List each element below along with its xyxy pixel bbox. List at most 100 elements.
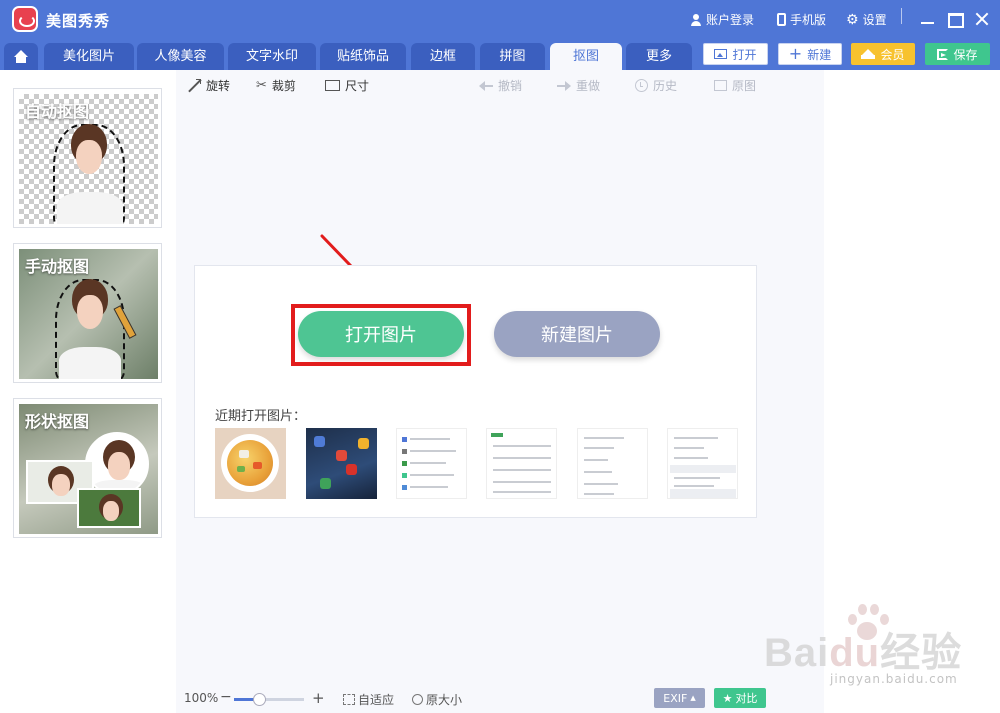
undo-arrow-icon (479, 80, 493, 91)
zoom-in-icon[interactable]: + (312, 689, 325, 707)
cutout-mode-panel: 自动抠图 手动抠图 形状抠图 (0, 70, 176, 713)
tab-more[interactable]: 更多 (626, 43, 692, 70)
close-icon[interactable] (971, 8, 993, 30)
history-tool[interactable]: 历史 (635, 77, 677, 94)
title-bar: 美图秀秀 账户登录 手机版 ⚙ 设置 (0, 0, 1000, 40)
fit-window-button[interactable]: 自适应 (343, 691, 394, 708)
user-icon (690, 13, 702, 26)
tab-portrait[interactable]: 人像美容 (137, 43, 224, 70)
image-icon (714, 49, 728, 59)
highlight-annotation-box (291, 304, 471, 366)
watermark-brand: Baidu经验 (764, 631, 963, 675)
redo-arrow-icon (557, 80, 571, 91)
recent-thumbnail[interactable] (306, 428, 377, 499)
tab-border[interactable]: 边框 (411, 43, 475, 70)
zoom-percentage: 100% (184, 691, 219, 705)
open-image-dialog: 打开图片 新建图片 近期打开图片： (194, 265, 757, 518)
size-label: 尺寸 (345, 79, 370, 93)
original-image-icon (714, 80, 727, 91)
redo-label: 重做 (576, 79, 601, 93)
plus-icon: + (788, 44, 803, 63)
compare-star-icon: ★ (722, 691, 733, 705)
history-label: 历史 (653, 79, 678, 93)
baidu-jingyan-watermark: Baidu经验 jingyan.baidu.com (752, 600, 992, 700)
open-button[interactable]: 打开 (703, 43, 768, 65)
exif-label: EXIF (663, 691, 688, 705)
rotate-tool[interactable]: 旋转 (188, 77, 230, 94)
magnifier-icon (412, 694, 423, 705)
crop-label: 裁剪 (271, 79, 296, 93)
status-bar: 100% − + 自适应 原大小 EXIF ▲ ★ 对比 (176, 686, 824, 713)
recent-thumbnail[interactable] (486, 428, 557, 499)
tab-text-watermark[interactable]: 文字水印 (228, 43, 316, 70)
auto-cutout-label: 自动抠图 (25, 102, 90, 121)
account-login-link[interactable]: 账户登录 (690, 11, 754, 28)
actual-size-button[interactable]: 原大小 (412, 691, 462, 708)
tab-bar: 美化图片 人像美容 文字水印 贴纸饰品 边框 拼图 抠图 更多 (0, 40, 1000, 70)
account-login-label: 账户登录 (706, 13, 755, 27)
recent-thumbnail[interactable] (667, 428, 738, 499)
zoom-out-icon[interactable]: − (220, 689, 232, 705)
canvas-area: 打开图片 新建图片 近期打开图片： (176, 100, 824, 686)
rotate-icon (188, 79, 201, 92)
redo-tool[interactable]: 重做 (557, 77, 600, 94)
mobile-version-label: 手机版 (790, 13, 827, 27)
fit-window-label: 自适应 (358, 693, 395, 707)
window-controls-divider (901, 8, 902, 24)
portrait-illustration (59, 279, 121, 379)
save-label: 保存 (953, 47, 978, 62)
caret-up-icon: ▲ (690, 694, 696, 702)
tab-stickers[interactable]: 贴纸饰品 (320, 43, 406, 70)
undo-tool[interactable]: 撤销 (479, 77, 522, 94)
original-tool[interactable]: 原图 (714, 77, 756, 94)
shape-cutout-thumbnail: 形状抠图 (19, 404, 158, 534)
size-icon (325, 80, 340, 91)
phone-icon (777, 13, 786, 26)
exif-button[interactable]: EXIF ▲ (654, 688, 705, 708)
manual-cutout-label: 手动抠图 (25, 257, 90, 276)
mobile-version-link[interactable]: 手机版 (777, 11, 826, 28)
manual-cutout-thumbnail: 手动抠图 (19, 249, 158, 379)
fit-window-icon (343, 694, 355, 705)
recent-images-label: 近期打开图片： (215, 409, 307, 424)
new-button[interactable]: + 新建 (778, 43, 842, 65)
settings-link[interactable]: ⚙ 设置 (846, 11, 887, 28)
gear-icon: ⚙ (846, 11, 859, 28)
maximize-icon[interactable] (944, 8, 966, 30)
settings-label: 设置 (862, 13, 887, 27)
home-tab[interactable] (4, 43, 38, 70)
zoom-slider-handle[interactable] (253, 693, 266, 706)
export-icon (937, 48, 949, 60)
recent-thumbnail[interactable] (577, 428, 648, 499)
portrait-illustration (57, 124, 123, 224)
watermark-url: jingyan.baidu.com (830, 672, 958, 686)
new-label: 新建 (807, 47, 832, 62)
tab-cutout[interactable]: 抠图 (550, 43, 622, 70)
edit-toolbar: 旋转 ✂ 裁剪 尺寸 撤销 重做 历史 原图 (176, 70, 824, 100)
zoom-slider[interactable] (234, 693, 304, 706)
history-clock-icon (635, 79, 648, 92)
crown-icon (861, 49, 876, 59)
shape-cutout-label: 形状抠图 (25, 412, 90, 431)
undo-label: 撤销 (498, 79, 523, 93)
vip-label: 会员 (880, 47, 905, 62)
manual-cutout-card[interactable]: 手动抠图 (13, 243, 162, 383)
save-button[interactable]: 保存 (925, 43, 990, 65)
size-tool[interactable]: 尺寸 (325, 77, 369, 94)
original-label: 原图 (732, 79, 757, 93)
new-image-button[interactable]: 新建图片 (494, 311, 660, 357)
auto-cutout-thumbnail: 自动抠图 (19, 94, 158, 224)
shape-cutout-card[interactable]: 形状抠图 (13, 398, 162, 538)
recent-thumbnail[interactable] (396, 428, 467, 499)
minimize-icon[interactable] (917, 8, 939, 30)
tab-collage[interactable]: 拼图 (480, 43, 545, 70)
tab-beautify[interactable]: 美化图片 (44, 43, 134, 70)
home-icon (14, 50, 28, 63)
app-title: 美图秀秀 (46, 12, 111, 30)
actual-size-label: 原大小 (426, 693, 463, 707)
auto-cutout-card[interactable]: 自动抠图 (13, 88, 162, 228)
app-logo-icon (12, 6, 38, 32)
vip-button[interactable]: 会员 (851, 43, 915, 65)
crop-tool[interactable]: ✂ 裁剪 (256, 77, 296, 94)
recent-thumbnail[interactable] (215, 428, 286, 499)
